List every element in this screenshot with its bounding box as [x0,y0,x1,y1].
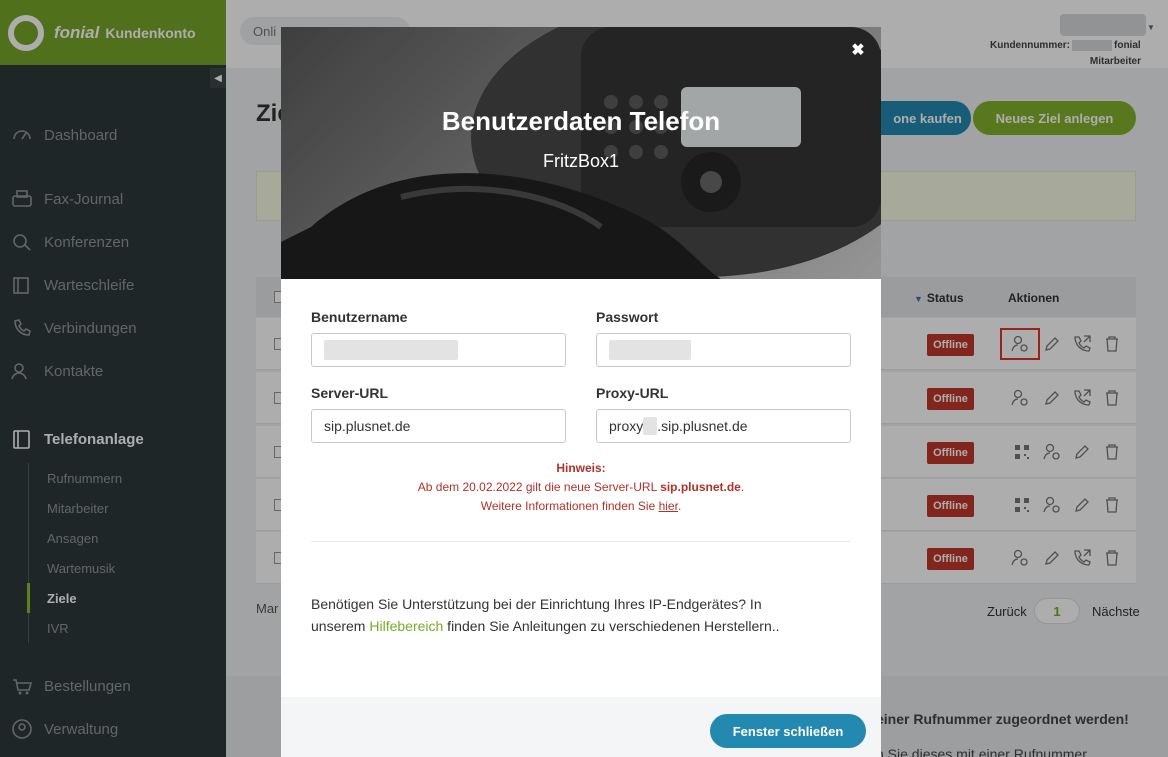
proxy-url-label: Proxy-URL [596,385,669,401]
hint-text-2-end: . [677,499,682,513]
proxy-url-prefix: proxy [609,418,644,434]
password-redacted [609,340,691,360]
hint-title: Hinweis: [556,461,606,475]
password-field[interactable] [596,333,851,367]
hint-more-info-link[interactable]: hier [659,499,678,513]
close-window-button[interactable]: Fenster schließen [710,714,866,748]
password-label: Passwort [596,309,659,325]
username-redacted [324,340,458,360]
help-text-end: finden Sie Anleitungen zu verschiedenen … [443,618,780,634]
modal-subtitle: FritzBox1 [542,151,620,171]
divider [311,541,851,542]
username-field[interactable] [311,333,566,367]
phone-credentials-modal: ✖ Benutzerdaten Telefon FritzBox1 Benutz… [281,27,881,757]
close-icon[interactable]: ✖ [849,41,867,59]
hint-text-1: Ab dem 20.02.2022 gilt die neue Server-U… [417,480,661,494]
hint-box: Hinweis: Ab dem 20.02.2022 gilt die neue… [281,459,881,516]
hint-text-1-end: . [740,480,745,494]
username-label: Benutzername [311,309,408,325]
proxy-url-field[interactable]: proxy .sip.plusnet.de [596,409,851,443]
help-area-link[interactable]: Hilfebereich [369,618,443,634]
modal-title: Benutzerdaten Telefon [441,106,721,136]
hint-server-url: sip.plusnet.de [660,480,741,494]
proxy-url-redacted [643,417,658,435]
server-url-field[interactable]: sip.plusnet.de [311,409,566,443]
hint-text-2: Weitere Informationen finden Sie [480,499,659,513]
server-url-label: Server-URL [311,385,389,401]
help-text: Benötigen Sie Unterstützung bei der Einr… [311,593,781,637]
proxy-url-suffix: .sip.plusnet.de [657,418,748,434]
